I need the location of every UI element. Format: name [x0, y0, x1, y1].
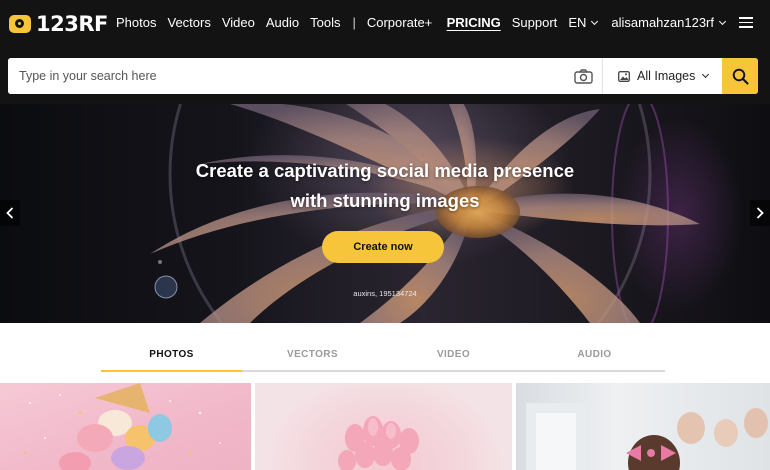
chevron-left-icon: [6, 207, 14, 219]
language-label: EN: [568, 15, 587, 30]
nav-link-corporate[interactable]: Corporate+: [367, 15, 432, 30]
chevron-down-icon: [591, 17, 599, 25]
hero-headline-line-1: Create a captivating social media presen…: [195, 160, 575, 181]
chevron-down-icon: [718, 17, 727, 25]
nav-link-tools[interactable]: Tools: [310, 15, 340, 30]
tab-vectors[interactable]: VECTORS: [242, 340, 383, 370]
photo-thumbnail-macarons[interactable]: [0, 383, 251, 470]
photo-thumbnail-tulips[interactable]: [255, 383, 512, 470]
support-link[interactable]: Support: [512, 15, 558, 30]
account-nav: PRICING Support EN alisamahzan123rf: [447, 15, 753, 30]
nav-link-vectors[interactable]: Vectors: [167, 15, 210, 30]
macarons-image: [24, 383, 221, 470]
photo-thumbnail-ballet[interactable]: [516, 383, 770, 470]
hamburger-menu-icon[interactable]: [739, 17, 753, 28]
media-type-tabs: PHOTOS VECTORS VIDEO AUDIO: [101, 340, 665, 372]
logo-camera-icon: [9, 15, 31, 33]
tab-photos[interactable]: PHOTOS: [101, 340, 242, 372]
user-menu[interactable]: alisamahzan123rf: [611, 15, 727, 30]
image-type-dropdown[interactable]: All Images: [603, 58, 722, 94]
tab-audio[interactable]: AUDIO: [524, 340, 665, 370]
carousel-prev-button[interactable]: [0, 200, 20, 226]
search-button[interactable]: [722, 58, 758, 94]
ballet-image: [526, 403, 768, 470]
language-selector[interactable]: EN: [568, 15, 599, 30]
image-credit: auxins, 195134724: [353, 289, 417, 298]
chevron-down-icon: [702, 70, 710, 79]
hero-headline: Create a captivating social media presen…: [0, 156, 770, 216]
hero-headline-line-2: with stunning images: [290, 190, 480, 211]
hero-banner: Create a captivating social media presen…: [0, 104, 770, 323]
logo-text: 123RF: [36, 12, 108, 36]
tulips-image: [338, 416, 419, 470]
nav-link-video[interactable]: Video: [222, 15, 255, 30]
create-now-button[interactable]: Create now: [322, 231, 444, 263]
camera-icon: [573, 68, 593, 84]
primary-nav: Photos Vectors Video Audio Tools | Corpo…: [116, 15, 443, 30]
nav-link-photos[interactable]: Photos: [116, 15, 156, 30]
tab-video[interactable]: VIDEO: [383, 340, 524, 370]
pricing-link[interactable]: PRICING: [447, 15, 501, 30]
photo-grid: [0, 383, 770, 470]
search-bar: All Images: [8, 58, 758, 94]
nav-link-audio[interactable]: Audio: [266, 15, 299, 30]
carousel-next-button[interactable]: [750, 200, 770, 226]
logo[interactable]: 123RF: [9, 12, 108, 36]
search-input[interactable]: [8, 58, 564, 94]
search-icon: [732, 68, 748, 84]
visual-search-button[interactable]: [564, 58, 603, 94]
top-navigation-bar: 123RF Photos Vectors Video Audio Tools |…: [0, 0, 770, 104]
nav-separator: |: [352, 15, 356, 30]
username-label: alisamahzan123rf: [611, 15, 714, 30]
image-icon: [618, 70, 630, 82]
image-type-label: All Images: [637, 69, 696, 83]
chevron-right-icon: [756, 207, 764, 219]
